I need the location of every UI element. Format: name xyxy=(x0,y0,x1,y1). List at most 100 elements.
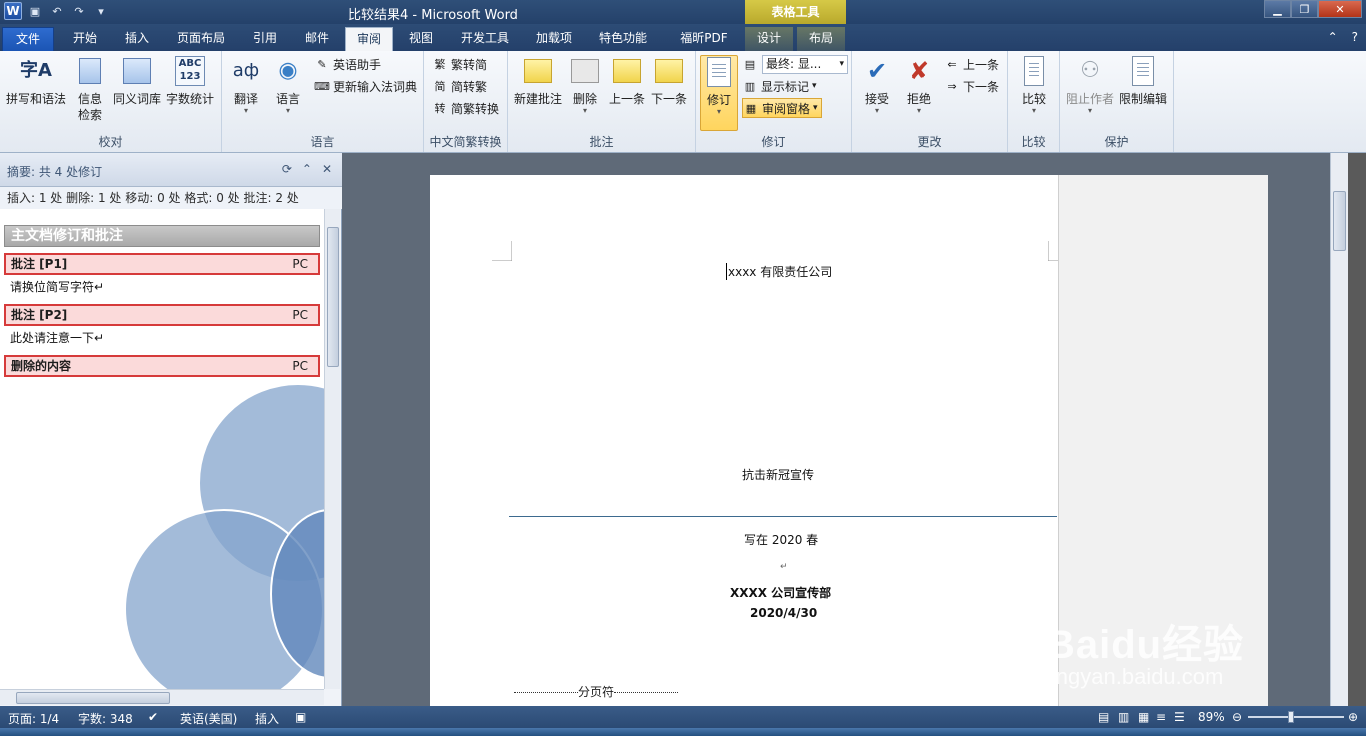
scroll-thumb[interactable] xyxy=(327,227,339,367)
refresh-icon[interactable]: ⟳ xyxy=(282,162,292,176)
document-vscroll[interactable] xyxy=(1330,153,1348,706)
simp-to-trad-button[interactable]: 简 简转繁 xyxy=(432,76,488,96)
minimize-icon[interactable]: ▁ xyxy=(1264,0,1291,18)
language-indicator[interactable]: 英语(美国) xyxy=(180,710,237,727)
group-label: 批注 xyxy=(589,135,614,149)
scroll-thumb[interactable] xyxy=(1333,191,1346,251)
department[interactable]: XXXX 公司宣传部 xyxy=(730,584,831,601)
collapse-icon[interactable]: ⌃ xyxy=(302,162,312,176)
proofing-icon[interactable]: ✔ xyxy=(148,710,158,724)
reviewing-pane-hscroll[interactable] xyxy=(0,689,324,705)
outline-icon[interactable]: ≡ xyxy=(1156,710,1166,724)
close-icon[interactable]: ✕ xyxy=(322,162,332,176)
web-layout-icon[interactable]: ▦ xyxy=(1138,710,1149,724)
collapse-ribbon-icon[interactable]: ⌃ xyxy=(1328,30,1338,44)
zoom-in-icon[interactable]: ⊕ xyxy=(1348,710,1358,724)
scroll-thumb[interactable] xyxy=(16,692,170,704)
watermark-url: jingyan.baidu.com xyxy=(1046,664,1224,689)
english-assistant-button[interactable]: ✎ 英语助手 xyxy=(314,54,381,74)
next-comment-icon xyxy=(653,55,685,87)
company-name[interactable]: xxxx 有限责任公司 xyxy=(726,263,832,280)
zoom-slider[interactable] xyxy=(1248,711,1344,723)
tab-developer[interactable]: 开发工具 xyxy=(452,27,518,51)
date-line[interactable]: 2020/4/30 xyxy=(750,606,817,620)
group-protect: ⚇ 阻止作者 ▾ 限制编辑 保护 xyxy=(1060,51,1174,152)
watermark: Baidu经验 jingyan.baidu.com xyxy=(1046,612,1244,690)
save-icon[interactable]: ▣ xyxy=(26,2,44,20)
tab-review[interactable]: 审阅 xyxy=(345,27,393,51)
research-button[interactable]: 信息 检索 xyxy=(72,55,108,123)
tab-table-design[interactable]: 设计 xyxy=(745,27,793,51)
translate-button[interactable]: aф 翻译 ▾ xyxy=(228,55,264,115)
previous-comment-button[interactable]: 上一条 xyxy=(608,55,646,107)
block-authors-button[interactable]: ⚇ 阻止作者 ▾ xyxy=(1064,55,1116,115)
undo-icon[interactable]: ↶ xyxy=(48,2,66,20)
track-changes-button[interactable]: 修订 ▾ xyxy=(700,55,738,131)
show-markup-button[interactable]: ▥ 显示标记 ▾ xyxy=(742,76,817,96)
previous-change-button[interactable]: ⇐ 上一条 xyxy=(944,54,999,74)
trad-to-simp-button[interactable]: 繁 繁转简 xyxy=(432,54,488,74)
zoom-out-icon[interactable]: ⊖ xyxy=(1232,710,1242,724)
chevron-down-icon: ▾ xyxy=(916,106,921,115)
document-page[interactable]: xxxx 有限责任公司 抗击新冠宣传 写在 2020 春 ↵ XXXX 公司宣传… xyxy=(430,175,1058,706)
accept-button[interactable]: ✔ 接受 ▾ xyxy=(858,55,896,115)
close-icon[interactable]: ✕ xyxy=(1318,0,1362,18)
revision-text[interactable]: 请换位简写字符↵ xyxy=(10,278,104,295)
tab-references[interactable]: 引用 xyxy=(242,27,288,51)
tab-view[interactable]: 视图 xyxy=(398,27,444,51)
ribbon-tabs: 文件 开始 插入 页面布局 引用 邮件 审阅 视图 开发工具 加载项 特色功能 … xyxy=(0,24,1366,51)
next-change-button[interactable]: ⇒ 下一条 xyxy=(944,76,999,96)
maximize-icon[interactable]: ❐ xyxy=(1291,0,1318,18)
group-language: aф 翻译 ▾ ◉ 语言 ▾ ✎ 英语助手 ⌨ 更新输入法词典 语言 xyxy=(222,51,424,152)
page-indicator[interactable]: 页面: 1/4 xyxy=(8,710,59,727)
compare-button[interactable]: 比较 ▾ xyxy=(1016,55,1052,115)
display-mode-select[interactable]: 最终: 显... ▾ xyxy=(762,55,848,74)
restrict-editing-button[interactable]: 限制编辑 xyxy=(1116,55,1170,107)
full-screen-icon[interactable]: ▥ xyxy=(1118,710,1129,724)
tab-mailings[interactable]: 邮件 xyxy=(294,27,340,51)
macro-icon[interactable]: ▣ xyxy=(295,710,306,724)
revision-text[interactable]: 此处请注意一下↵ xyxy=(10,329,104,346)
language-button[interactable]: ◉ 语言 ▾ xyxy=(270,55,306,115)
revision-item[interactable]: 批注 [P2] PC xyxy=(4,304,320,326)
revision-list: 主文档修订和批注 批注 [P1] PC 请换位简写字符↵ 批注 [P2] PC … xyxy=(0,209,324,689)
customize-icon[interactable]: ▾ xyxy=(92,2,110,20)
tab-page-layout[interactable]: 页面布局 xyxy=(168,27,234,51)
group-label: 比较 xyxy=(1021,135,1046,149)
tab-features[interactable]: 特色功能 xyxy=(590,27,656,51)
revision-item[interactable]: 删除的内容 PC xyxy=(4,355,320,377)
draft-icon[interactable]: ☰ xyxy=(1174,710,1185,724)
help-icon[interactable]: ? xyxy=(1352,30,1358,44)
convert-button[interactable]: 转 简繁转换 xyxy=(432,98,500,118)
tab-table-layout[interactable]: 布局 xyxy=(797,27,845,51)
tab-foxit-pdf[interactable]: 福昕PDF xyxy=(670,27,738,51)
written-line[interactable]: 写在 2020 春 xyxy=(744,531,818,548)
new-comment-button[interactable]: 新建批注 xyxy=(512,55,564,107)
spelling-button[interactable]: 字A 拼写和语法 xyxy=(4,55,68,107)
redo-icon[interactable]: ↷ xyxy=(70,2,88,20)
reviewing-pane-vscroll[interactable] xyxy=(324,209,340,689)
insert-mode-indicator[interactable]: 插入 xyxy=(255,710,279,727)
print-layout-icon[interactable]: ▤ xyxy=(1098,710,1109,724)
group-chinese-conversion: 繁 繁转简 简 简转繁 转 简繁转换 中文简繁转换 xyxy=(424,51,508,152)
tab-addins[interactable]: 加载项 xyxy=(526,27,582,51)
headline[interactable]: 抗击新冠宣传 xyxy=(742,466,814,483)
thesaurus-button[interactable]: 同义词库 xyxy=(112,55,162,107)
tab-file[interactable]: 文件 xyxy=(2,27,54,51)
word-count-indicator[interactable]: 字数: 348 xyxy=(78,710,133,727)
next-comment-button[interactable]: 下一条 xyxy=(650,55,688,107)
tab-home[interactable]: 开始 xyxy=(62,27,108,51)
word-logo-icon[interactable]: W xyxy=(4,2,22,20)
paragraph-mark: ↵ xyxy=(780,562,788,572)
reject-button[interactable]: ✘ 拒绝 ▾ xyxy=(900,55,938,115)
spelling-icon: 字A xyxy=(20,60,52,81)
delete-comment-button[interactable]: 删除 ▾ xyxy=(568,55,602,115)
tab-insert[interactable]: 插入 xyxy=(114,27,160,51)
zoom-slider-knob[interactable] xyxy=(1288,711,1294,723)
word-count-button[interactable]: ABC 123 字数统计 xyxy=(164,55,216,107)
revision-item[interactable]: 批注 [P1] PC xyxy=(4,253,320,275)
update-ime-button[interactable]: ⌨ 更新输入法词典 xyxy=(314,76,417,96)
reviewing-pane-button[interactable]: ▦ 审阅窗格 ▾ xyxy=(742,98,822,118)
zoom-level[interactable]: 89% xyxy=(1198,710,1225,724)
chevron-down-icon: ▾ xyxy=(812,81,817,91)
